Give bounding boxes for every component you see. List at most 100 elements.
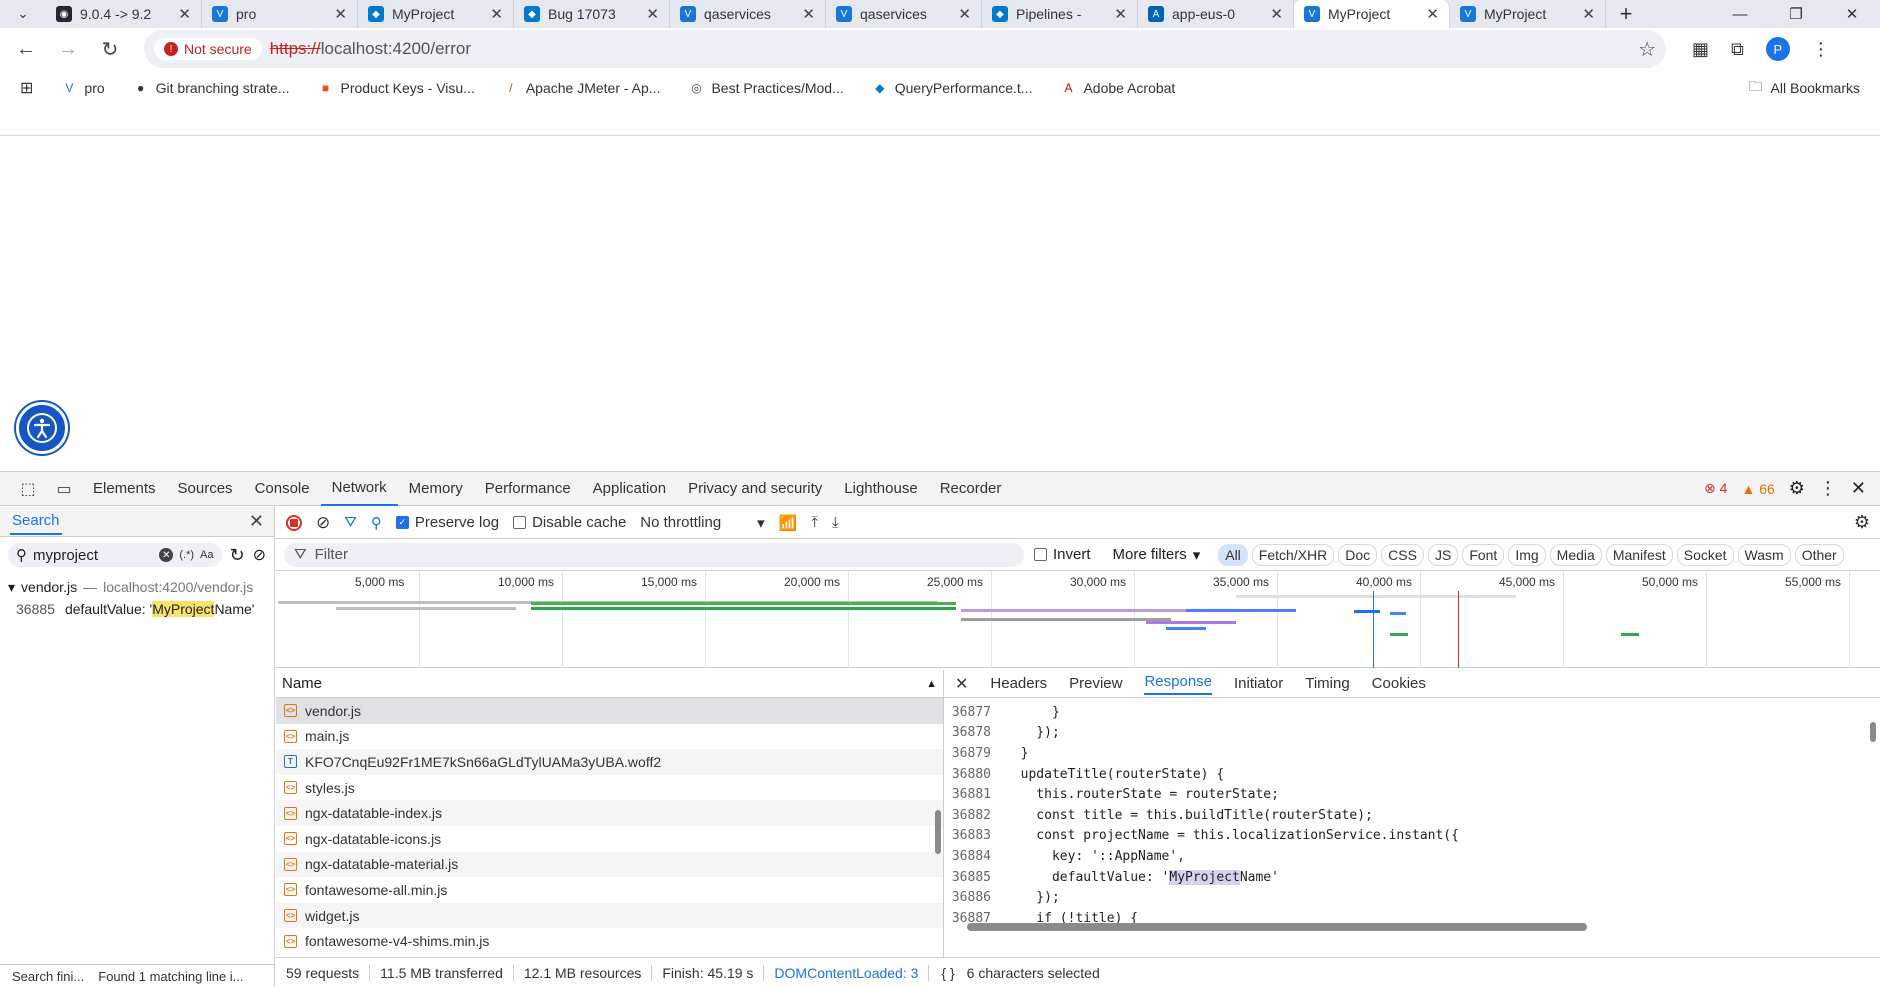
close-tab-icon[interactable]: ✕ [1426,5,1439,23]
detail-tab-timing[interactable]: Timing [1305,675,1349,692]
back-icon[interactable]: ← [12,38,40,61]
browser-tab[interactable]: ◆ MyProject ✕ [358,0,514,28]
close-tab-icon[interactable]: ✕ [1270,5,1283,23]
type-filter-img[interactable]: Img [1508,543,1546,566]
device-toolbar-icon[interactable]: ▭ [46,479,82,499]
detail-tab-initiator[interactable]: Initiator [1234,675,1283,692]
inspect-element-icon[interactable]: ⬚ [10,479,46,499]
type-filter-socket[interactable]: Socket [1676,543,1734,566]
devtools-tab-sources[interactable]: Sources [167,472,244,506]
table-row[interactable]: <> main.js [276,724,943,750]
table-row[interactable]: T KFO7CnqEu92Fr1ME7kSn66aGLdTylUAMa3yUBA.… [276,749,943,775]
type-filter-manifest[interactable]: Manifest [1605,543,1673,566]
bookmark-item[interactable]: ◎ Best Practices/Mod... [688,80,844,96]
settings-gear-icon[interactable]: ⚙ [1789,478,1805,499]
puzzle-icon[interactable]: ⧉ [1731,39,1744,60]
refresh-search-icon[interactable]: ↻ [230,545,245,566]
detail-tab-response[interactable]: Response [1144,673,1213,695]
response-hscrollbar[interactable] [967,923,1587,931]
devtools-tab-elements[interactable]: Elements [82,472,167,506]
preserve-log-checkbox[interactable]: ✓ Preserve log [395,514,499,531]
accessibility-widget-button[interactable] [16,402,68,454]
devtools-tab-network[interactable]: Network [320,472,398,506]
browser-tab[interactable]: Vqaservices ✕ [826,0,982,28]
type-filter-fetchxhr[interactable]: Fetch/XHR [1251,543,1335,566]
security-indicator[interactable]: ! Not secure [154,38,262,60]
browser-tab[interactable]: ◆ Pipelines - ✕ [982,0,1138,28]
devtools-tab-application[interactable]: Application [582,472,677,506]
invert-checkbox[interactable]: Invert [1034,546,1091,563]
match-case-toggle[interactable]: Aa [200,549,213,561]
browser-tab[interactable]: ◉ 9.0.4 -> 9.2 ✕ [46,0,202,28]
network-timeline-overview[interactable]: 5,000 ms 10,000 ms 15,000 ms 20,000 ms 25,00… [276,571,1880,668]
table-row[interactable]: <> ngx-datatable-material.js [276,851,943,878]
browser-tab[interactable]: V MyProject ✕ [1294,0,1450,28]
response-scrollbar[interactable] [1870,722,1876,742]
devtools-tab-recorder[interactable]: Recorder [929,472,1013,506]
table-row[interactable]: <> vendor.js [276,698,943,724]
error-count-badge[interactable]: ⊗ 4 [1704,480,1727,497]
search-input[interactable]: ⚲ myproject ✕ (.*) Aa [8,543,222,567]
type-filter-all[interactable]: All [1218,543,1248,566]
devtools-tab-console[interactable]: Console [244,472,321,506]
stop-recording-icon[interactable] [286,514,302,531]
restore-icon[interactable]: ❐ [1768,5,1824,23]
bookmark-item[interactable]: Vpro [61,80,104,96]
warning-count-badge[interactable]: ▲ 66 [1741,481,1774,497]
clear-search-icon[interactable]: ✕ [159,548,174,562]
table-row[interactable]: <> fontawesome-all.min.js [276,877,943,903]
close-tab-icon[interactable]: ✕ [490,5,503,23]
bookmark-item[interactable]: ● Git branching strate... [133,80,289,96]
search-result-file[interactable]: ▾ vendor.js — localhost:4200/vendor.js [8,579,266,596]
devtools-tab-lighthouse[interactable]: Lighthouse [833,472,928,506]
close-tab-icon[interactable]: ✕ [178,5,191,23]
extension-menu-icon[interactable]: ▦ [1692,39,1709,60]
regex-toggle[interactable]: (.*) [179,549,194,561]
filter-input[interactable]: ⛛ Filter [284,542,1024,567]
minimize-icon[interactable]: — [1712,6,1768,23]
table-row[interactable]: <> ngx-datatable-index.js [276,800,943,826]
type-filter-font[interactable]: Font [1462,543,1505,566]
forward-icon[interactable]: → [54,38,82,61]
devtools-menu-icon[interactable]: ⋮ [1819,478,1837,499]
request-list-scrollbar[interactable] [935,810,941,854]
export-har-icon[interactable]: ⤓ [832,514,839,531]
clear-log-icon[interactable]: ⊘ [316,513,330,533]
detail-tab-headers[interactable]: Headers [990,675,1047,692]
type-filter-js[interactable]: JS [1427,543,1459,566]
disable-cache-checkbox[interactable]: Disable cache [513,514,626,531]
name-column-header[interactable]: Name [282,675,322,692]
more-filters-dropdown[interactable]: More filters ▾ [1113,546,1201,564]
filter-funnel-icon[interactable]: ⛛ [344,514,357,531]
apps-grid-icon[interactable]: ⊞ [20,78,33,98]
network-conditions-icon[interactable]: 📶 [779,514,798,532]
devtools-tab-memory[interactable]: Memory [398,472,474,506]
search-network-icon[interactable]: ⚲ [371,514,382,532]
close-devtools-icon[interactable]: ✕ [1851,478,1866,499]
type-filter-media[interactable]: Media [1549,543,1602,566]
table-row[interactable]: <> widget.js [276,902,943,929]
reload-icon[interactable]: ↻ [96,37,124,62]
pretty-print-icon[interactable]: { } [941,965,954,981]
close-detail-icon[interactable]: ✕ [955,674,968,694]
network-settings-icon[interactable]: ⚙ [1854,512,1870,533]
type-filter-css[interactable]: CSS [1381,543,1424,566]
close-window-icon[interactable]: ✕ [1824,5,1880,23]
close-tab-icon[interactable]: ✕ [1114,5,1127,23]
detail-tab-cookies[interactable]: Cookies [1372,675,1426,692]
close-tab-icon[interactable]: ✕ [1582,5,1595,23]
browser-tab[interactable]: Vpro ✕ [202,0,358,28]
type-filter-doc[interactable]: Doc [1338,543,1378,566]
table-row[interactable]: <> fontawesome-v4-shims.min.js [276,928,943,954]
devtools-tab-performance[interactable]: Performance [474,472,582,506]
browser-tab[interactable]: V MyProject ✕ [1450,0,1606,28]
throttling-select[interactable]: No throttling ▾ [640,514,764,532]
import-har-icon[interactable]: ⤒ [811,514,818,531]
kebab-menu-icon[interactable]: ⋮ [1812,39,1830,60]
bookmark-item[interactable]: / Apache JMeter - Ap... [503,80,660,96]
close-tab-icon[interactable]: ✕ [646,5,659,23]
browser-tab[interactable]: Aapp-eus-0 ✕ [1138,0,1294,28]
detail-tab-preview[interactable]: Preview [1069,675,1122,692]
bookmark-item[interactable]: A Adobe Acrobat [1060,80,1175,96]
close-search-icon[interactable]: ✕ [249,511,264,532]
